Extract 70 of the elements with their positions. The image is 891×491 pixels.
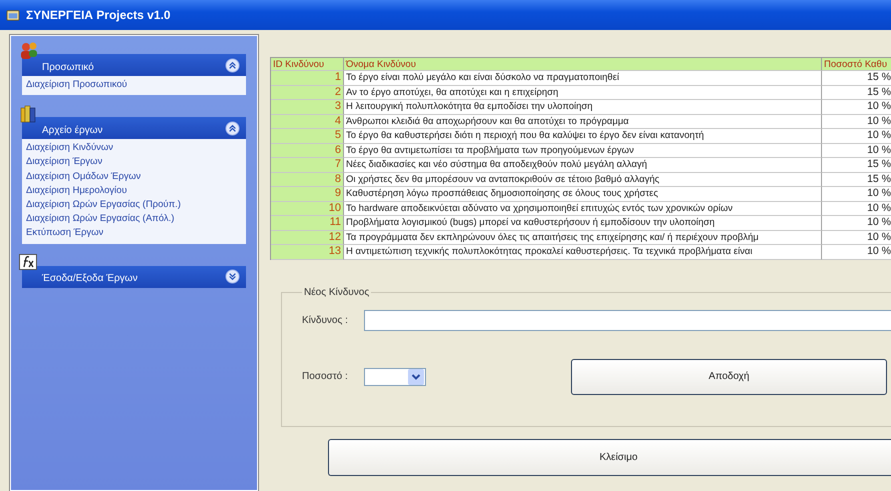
table-cell: Το έργο είναι πολύ μεγάλο και είναι δύσκολο να πραγματοποιηθεί [344,71,822,86]
sidebar-link[interactable]: Διαχείριση Ομάδων Έργων [26,170,141,184]
table-cell: 15 % [822,172,891,187]
group-header[interactable]: Έσοδα/Εξοδα Έργων [22,266,246,288]
table-cell: Άνθρωποι κλειδιά θα αποχωρήσουν και θα αποτύχει το πρόγραμμα [344,114,822,129]
column-header[interactable]: Ποσοστό Καθυ [822,58,891,71]
table-cell: 11 [271,216,344,230]
people-icon [19,42,39,60]
table-cell: 8 [271,172,344,187]
group-title: Έσοδα/Εξοδα Έργων [42,272,139,284]
table-cell: 13 [271,245,344,260]
table-cell: 10 % [822,202,891,216]
table-cell: 12 [271,230,344,245]
table-cell: Το έργο θα καθυστερήσει διότι η περιοχή που θα καλύψει το έργο δεν είναι κατανοητή [344,129,822,144]
group-legend: Νέος Κίνδυνος [302,286,372,298]
table-cell: 4 [271,114,344,129]
table-cell: 6 [271,144,344,158]
risk-label: Κίνδυνος : [302,314,349,326]
table-cell: 3 [271,100,344,114]
group-header[interactable]: Αρχείο έργων [22,117,246,140]
sidebar-link[interactable]: Εκτύπωση Έργων [26,226,104,241]
table-cell: Η αντιμετώπιση τεχνικής πολυπλοκότητας προκαλεί καθυστερήσεις. Τα τεχνικά προβλήματα είναι [344,245,822,260]
group-header[interactable]: Προσωπικό [22,54,246,76]
table-cell: 10 % [822,114,891,129]
function-icon [19,254,37,270]
sidebar-link[interactable]: Διαχείριση Προσωπικού [26,78,128,92]
table-cell: Η λειτουργική πολυπλοκότητα θα εμποδίσει την υλοποίηση [344,100,822,114]
risk-input-field[interactable] [364,310,891,330]
window-icon [6,9,20,21]
table-cell: Προβλήματα λογισμικού (bugs) μπορεί να καθυστερήσουν ή εμποδίσουν την υλοποίηση [344,216,822,230]
collapse-icon[interactable] [225,58,240,72]
sidebar-link[interactable]: Διαχείριση Ωρών Εργασίας (Απόλ.) [26,212,174,226]
table-cell: 5 [271,129,344,144]
table-cell: 2 [271,86,344,100]
table-cell: 1 [271,71,344,86]
table-cell: 10 % [822,245,891,260]
percent-label: Ποσοστό : [302,371,349,382]
column-header[interactable]: ID Κινδύνου [271,58,344,71]
table-cell: 10 % [822,144,891,158]
table-cell: 10 % [822,230,891,245]
table-cell: 10 % [822,187,891,202]
table-cell: 7 [271,158,344,172]
table-cell: 15 % [822,86,891,100]
sidebar-link[interactable]: Διαχείριση Ημερολογίου [26,184,127,198]
table-cell: 9 [271,187,344,202]
window-title: ΣΥΝΕΡΓΕΙΑ Projects v1.0 [26,8,170,22]
column-header[interactable]: Όνομα Κινδύνου [344,58,822,71]
table-cell: 15 % [822,71,891,86]
expand-icon[interactable] [225,269,240,284]
sidebar-link[interactable]: Διαχείριση Ωρών Εργασίας (Προύπ.) [26,198,181,212]
percent-dropdown[interactable] [364,368,426,386]
table-cell: Το hardware αποδεικνύεται αδύνατο να χρησιμοποιηθεί επιτυχώς εντός των χρονικών ορίων [344,202,822,216]
table-cell: Το έργο θα αντιμετωπίσει τα προβλήματα των προηγούμενων έργων [344,144,822,158]
group-title: Αρχείο έργων [42,124,104,136]
accept-button[interactable]: Αποδοχή [571,358,887,394]
table-cell: Αν το έργο αποτύχει, θα αποτύχει και η επιχείρηση [344,86,822,100]
group-title: Προσωπικό [42,60,95,72]
table-cell: 10 % [822,100,891,114]
sidebar-link[interactable]: Διαχείριση Έργων [26,155,102,170]
table-cell: Τα προγράμματα δεν εκπληρώνουν όλες τις απαιτήσεις της επιχείρησης και/ ή περιέχουν προβλήμ [344,230,822,245]
sidebar-link[interactable]: Διαχείριση Κινδύνων [26,141,114,156]
table-cell: 10 % [822,129,891,144]
table-cell: Νέες διαδικασίες και νέο σύστημα θα αποδειχθούν πολύ μεγάλη αλλαγή [344,158,822,172]
collapse-icon[interactable] [225,120,240,136]
table-cell: 10 [271,202,344,216]
close-button[interactable]: Κλείσιμο [328,438,891,476]
table-cell: Καθυστέρηση λόγω προσπάθειας δημοσιοποίησης σε όλους τους χρήστες [344,187,822,202]
table-cell: Οι χρήστες δεν θα μπορέσουν να ανταποκριθούν σε τέτοιο βαθμό αλλαγής [344,172,822,187]
table-cell: 10 % [822,216,891,230]
table-cell: 15 % [822,158,891,172]
